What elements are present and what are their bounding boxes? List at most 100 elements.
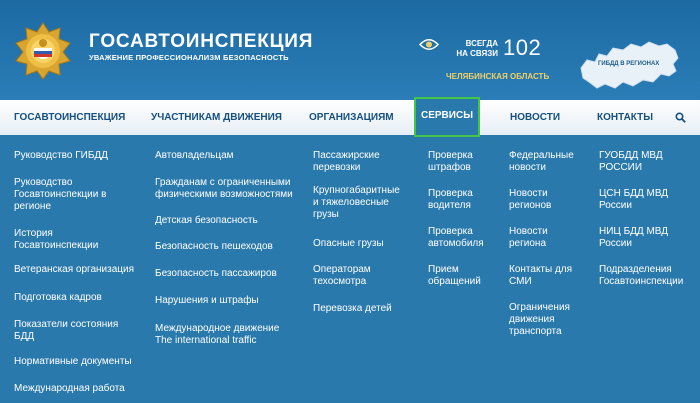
menu-link-col6-3[interactable]: Подразделения Госавтоинспекции	[599, 264, 683, 288]
menu-link-text: регионе	[14, 201, 52, 212]
menu-link-text: Федеральные	[509, 150, 574, 161]
menu-link-col2-3[interactable]: Безопасность пешеходов	[155, 241, 273, 253]
nav-organizations[interactable]: ОРГАНИЗАЦИЯМ	[309, 100, 394, 135]
menu-link-text: Контакты для	[509, 264, 573, 275]
menu-link-text: Международное движение	[155, 323, 280, 334]
menu-link-col4-0[interactable]: Проверка штрафов	[428, 150, 473, 174]
menu-link-text: Нормативные документы	[14, 356, 132, 367]
menu-link-col6-1[interactable]: ЦСН БДД МВД России	[599, 188, 668, 212]
menu-link-text: Новости	[509, 188, 548, 199]
menu-link-text: Перевозка детей	[313, 303, 392, 314]
menu-link-text: Крупногабаритные	[313, 185, 400, 196]
menu-link-text: новости	[509, 162, 547, 173]
menu-link-col6-2[interactable]: НИЦ БДД МВД России	[599, 226, 668, 250]
menu-link-text: Подразделения	[599, 264, 672, 275]
menu-link-col1-5[interactable]: Показатели состояния БДД	[14, 319, 118, 343]
menu-link-text: водителя	[428, 200, 471, 211]
menu-link-col1-2[interactable]: История Госавтоинспекции	[14, 228, 98, 252]
menu-link-col2-0[interactable]: Автовладельцам	[155, 150, 234, 162]
emergency-phone[interactable]: 102	[503, 35, 541, 61]
site-slogan: УВАЖЕНИЕ ПРОФЕССИОНАЛИЗМ БЕЗОПАСНОСТЬ	[89, 53, 289, 62]
always-line2: НА СВЯЗИ	[456, 49, 498, 58]
menu-link-text: Госавтоинспекции в	[14, 189, 107, 200]
menu-link-text: техосмотра	[313, 276, 367, 287]
menu-link-text: обращений	[428, 276, 481, 287]
menu-link-text: региона	[509, 238, 547, 249]
menu-link-col2-5[interactable]: Нарушения и штрафы	[155, 295, 259, 307]
menu-link-col2-2[interactable]: Детская безопасность	[155, 215, 258, 227]
nav-services[interactable]: СЕРВИСЫ	[414, 97, 480, 137]
menu-link-text: Ограничения	[509, 302, 570, 313]
menu-link-text: Безопасность пассажиров	[155, 268, 277, 279]
menu-link-text: автомобиля	[428, 238, 484, 249]
menu-link-text: Автовладельцам	[155, 150, 234, 161]
menu-link-text: Госавтоинспекции	[599, 276, 684, 287]
menu-link-text: Проверка	[428, 150, 473, 161]
menu-link-col3-1[interactable]: Крупногабаритные и тяжеловесные грузы	[313, 185, 400, 221]
menu-link-text: Прием	[428, 264, 459, 275]
menu-link-text: перевозки	[313, 162, 361, 173]
menu-link-text: грузы	[313, 209, 339, 220]
menu-link-col3-2[interactable]: Опасные грузы	[313, 238, 384, 250]
menu-link-col1-6[interactable]: Нормативные документы	[14, 356, 132, 368]
menu-link-col4-3[interactable]: Прием обращений	[428, 264, 481, 288]
menu-link-text: Пассажирские	[313, 150, 380, 161]
menu-link-text: Новости	[509, 226, 548, 237]
menu-link-col5-3[interactable]: Контакты для СМИ	[509, 264, 572, 288]
menu-link-text: The international traffic	[155, 335, 257, 346]
menu-link-col4-1[interactable]: Проверка водителя	[428, 188, 473, 212]
menu-link-text: движения	[509, 314, 555, 325]
nav-contacts[interactable]: КОНТАКТЫ	[597, 100, 653, 135]
menu-link-col5-1[interactable]: Новости регионов	[509, 188, 551, 212]
menu-link-text: Нарушения и штрафы	[155, 295, 259, 306]
site-title[interactable]: ГОСАВТОИНСПЕКЦИЯ	[89, 31, 313, 53]
menu-link-text: Гражданам с ограниченными	[155, 177, 291, 188]
menu-link-col5-4[interactable]: Ограничения движения транспорта	[509, 302, 570, 338]
menu-link-text: Проверка	[428, 226, 473, 237]
menu-link-text: РОССИИ	[599, 162, 643, 173]
always-available-label: ВСЕГДА НА СВЯЗИ	[450, 39, 498, 59]
nav-gosavtoinspektsiya[interactable]: ГОСАВТОИНСПЕКЦИЯ	[14, 100, 125, 135]
search-icon[interactable]	[675, 112, 686, 123]
menu-link-text: Госавтоинспекции	[14, 240, 99, 251]
menu-link-text: Детская безопасность	[155, 215, 258, 226]
menu-link-text: Ветеранская организация	[14, 264, 135, 275]
menu-link-text: Руководство ГИБДД	[14, 150, 108, 161]
menu-link-text: Руководство	[14, 177, 73, 188]
menu-link-col3-3[interactable]: Операторам техосмотра	[313, 264, 371, 288]
menu-link-col5-2[interactable]: Новости региона	[509, 226, 548, 250]
always-line1: ВСЕГДА	[465, 39, 498, 48]
menu-link-text: транспорта	[509, 326, 562, 337]
nav-participants[interactable]: УЧАСТНИКАМ ДВИЖЕНИЯ	[151, 100, 282, 135]
menu-link-col2-6[interactable]: Международное движение The international …	[155, 323, 279, 347]
menu-link-text: физическими возможностями	[155, 189, 293, 200]
menu-link-col4-2[interactable]: Проверка автомобиля	[428, 226, 484, 250]
menu-link-text: Подготовка кадров	[14, 292, 102, 303]
menu-link-col6-0[interactable]: ГУОБДД МВД РОССИИ	[599, 150, 663, 174]
menu-link-col5-0[interactable]: Федеральные новости	[509, 150, 574, 174]
menu-link-col1-0[interactable]: Руководство ГИБДД	[14, 150, 108, 162]
menu-link-col2-1[interactable]: Гражданам с ограниченными физическими воз…	[155, 177, 293, 201]
menu-link-col3-4[interactable]: Перевозка детей	[313, 303, 392, 315]
menu-link-text: Международная работа	[14, 383, 125, 394]
menu-link-text: История	[14, 228, 53, 239]
menu-link-col1-4[interactable]: Подготовка кадров	[14, 292, 102, 304]
menu-link-text: Операторам	[313, 264, 371, 275]
region-selector[interactable]: ЧЕЛЯБИНСКАЯ ОБЛАСТЬ	[446, 72, 549, 81]
menu-link-text: России	[599, 238, 632, 249]
site-header: ГОСАВТОИНСПЕКЦИЯ УВАЖЕНИЕ ПРОФЕССИОНАЛИЗ…	[0, 0, 700, 100]
menu-link-text: России	[599, 200, 632, 211]
gibdd-emblem-logo[interactable]	[14, 22, 72, 80]
menu-link-text: Безопасность пешеходов	[155, 241, 273, 252]
map-label: ГИБДД В РЕГИОНАХ	[598, 61, 660, 67]
menu-link-col2-4[interactable]: Безопасность пассажиров	[155, 268, 277, 280]
menu-link-text: и тяжеловесные	[313, 197, 389, 208]
menu-link-col1-7[interactable]: Международная работа	[14, 383, 125, 395]
menu-link-text: ГУОБДД МВД	[599, 150, 663, 161]
nav-news[interactable]: НОВОСТИ	[510, 100, 560, 135]
menu-link-col3-0[interactable]: Пассажирские перевозки	[313, 150, 380, 174]
menu-link-text: Проверка	[428, 188, 473, 199]
menu-link-text: регионов	[509, 200, 552, 211]
menu-link-col1-1[interactable]: Руководство Госавтоинспекции в регионе	[14, 177, 106, 213]
menu-link-col1-3[interactable]: Ветеранская организация	[14, 264, 134, 276]
